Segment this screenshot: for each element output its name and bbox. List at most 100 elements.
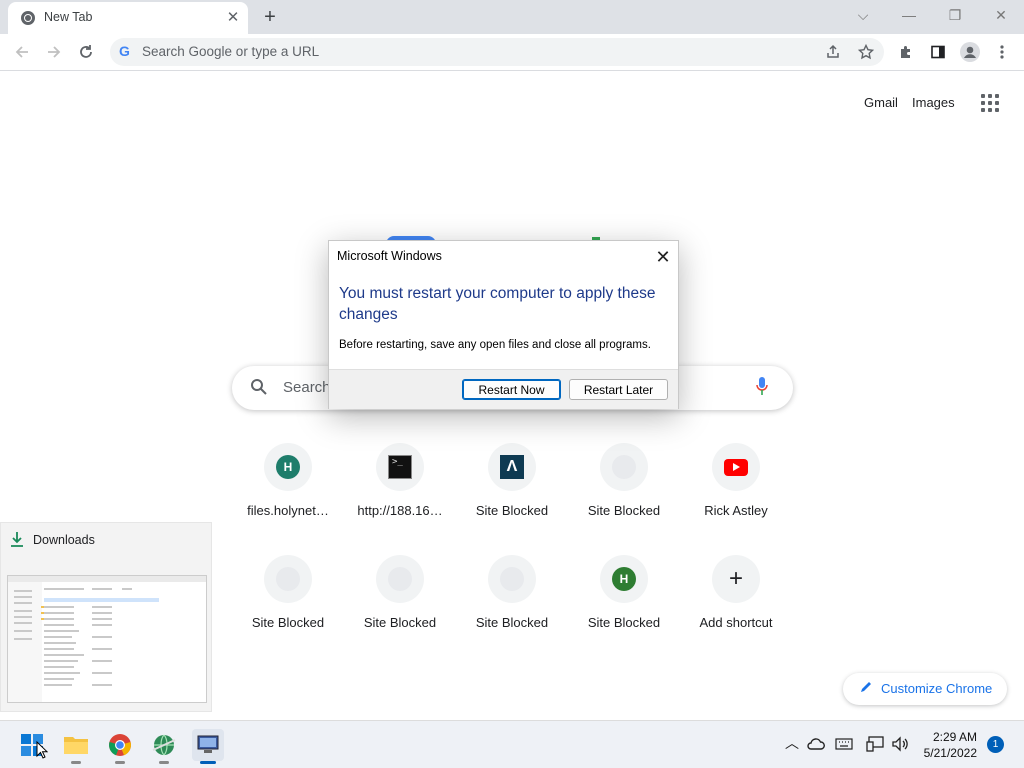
computer-monitor-icon <box>197 735 219 753</box>
blocked-globe-icon <box>388 567 412 591</box>
shortcut-label: files.holynet… <box>247 503 329 518</box>
shortcut-icon-bg <box>488 555 536 603</box>
dialog-caption: Microsoft Windows <box>337 249 442 263</box>
google-apps-icon[interactable] <box>981 94 999 112</box>
share-icon[interactable] <box>825 44 841 60</box>
back-button[interactable] <box>8 38 36 66</box>
minimize-button[interactable]: — <box>896 4 922 26</box>
active-indicator <box>200 761 216 764</box>
terminal-icon: >_ <box>388 455 412 479</box>
shortcut-site-blocked-4[interactable]: Site Blocked <box>344 555 456 665</box>
onedrive-cloud-icon[interactable] <box>807 738 825 750</box>
taskbar-network-app[interactable] <box>148 729 180 764</box>
search-icon <box>251 379 267 395</box>
downloads-title: Downloads <box>33 533 95 547</box>
dialog-close-icon[interactable]: ✕ <box>652 246 674 268</box>
globe-network-icon <box>152 734 176 756</box>
explorer-thumbnail <box>7 575 207 703</box>
omnibox[interactable]: G Search Google or type a URL <box>110 38 884 66</box>
close-window-button[interactable]: ✕ <box>988 4 1014 26</box>
tab-title: New Tab <box>44 10 93 24</box>
side-panel-icon <box>931 45 945 59</box>
back-arrow-icon <box>15 46 28 58</box>
shortcut-icon-bg <box>600 443 648 491</box>
shortcut-label: Site Blocked <box>475 615 549 630</box>
new-tab-button[interactable]: + <box>259 6 281 28</box>
side-panel-button[interactable] <box>924 38 952 66</box>
extensions-button[interactable] <box>892 38 920 66</box>
taskbar-chrome[interactable] <box>104 729 136 764</box>
taskbar-clock[interactable]: 2:29 AM 5/21/2022 <box>917 729 977 761</box>
downloads-window-preview[interactable]: Downloads <box>0 522 212 712</box>
network-monitor-icon[interactable] <box>866 736 884 752</box>
shortcut-label: Site Blocked <box>475 503 549 518</box>
shortcut-label: http://188.16… <box>357 503 443 518</box>
microphone-icon[interactable] <box>756 377 768 395</box>
add-shortcut-button[interactable]: + Add shortcut <box>680 555 792 665</box>
shortcut-rick-astley[interactable]: Rick Astley <box>680 443 792 553</box>
forward-arrow-icon <box>48 46 61 58</box>
shortcut-site-blocked-1[interactable]: Λ Site Blocked <box>456 443 568 553</box>
browser-toolbar: G Search Google or type a URL <box>0 34 1024 71</box>
running-indicator <box>159 761 169 764</box>
notification-badge[interactable]: 1 <box>987 736 1004 753</box>
images-link[interactable]: Images <box>912 95 955 110</box>
kebab-menu-icon <box>1000 45 1004 59</box>
tray-chevron-icon[interactable]: ︿ <box>785 733 799 753</box>
blocked-globe-icon <box>612 455 636 479</box>
tab-new-tab[interactable]: New Tab ✕ <box>8 2 248 34</box>
avatar-icon <box>960 42 980 62</box>
shortcut-icon-bg: + <box>712 555 760 603</box>
shortcut-label: Site Blocked <box>587 503 661 518</box>
shortcut-icon-bg <box>376 555 424 603</box>
shortcut-icon-bg: H <box>264 443 312 491</box>
keyboard-icon[interactable] <box>835 738 853 750</box>
shortcut-label: Site Blocked <box>251 615 325 630</box>
mouse-cursor-icon <box>36 741 48 759</box>
shortcut-site-blocked-6[interactable]: H Site Blocked <box>568 555 680 665</box>
taskbar: ︿ 2:29 AM 5/21/2022 1 <box>0 720 1024 768</box>
lambda-icon: Λ <box>500 455 524 479</box>
shortcut-site-blocked-5[interactable]: Site Blocked <box>456 555 568 665</box>
forward-button[interactable] <box>40 38 68 66</box>
shortcut-188[interactable]: >_ http://188.16… <box>344 443 456 553</box>
restore-button[interactable]: ❐ <box>942 4 968 26</box>
download-icon <box>11 532 23 547</box>
restart-later-button[interactable]: Restart Later <box>569 379 668 400</box>
running-indicator <box>71 761 81 764</box>
reload-button[interactable] <box>72 38 100 66</box>
gmail-link[interactable]: Gmail <box>864 95 898 110</box>
menu-button[interactable] <box>988 38 1016 66</box>
restart-now-button[interactable]: Restart Now <box>462 379 561 400</box>
customize-chrome-button[interactable]: Customize Chrome <box>843 673 1007 705</box>
bookmark-star-icon[interactable] <box>858 44 874 60</box>
dialog-button-bar: Restart Now Restart Later <box>329 369 678 409</box>
dialog-content-text: Before restarting, save any open files a… <box>339 339 651 351</box>
search-placeholder: Search <box>283 379 331 396</box>
chrome-favicon-icon <box>21 11 35 25</box>
h-letter-icon: H <box>612 567 636 591</box>
h-letter-icon: H <box>276 455 300 479</box>
puzzle-icon <box>901 46 910 58</box>
running-indicator <box>115 761 125 764</box>
explorer-preview-image <box>8 576 206 702</box>
shortcut-files-holynet[interactable]: H files.holynet… <box>232 443 344 553</box>
speaker-volume-icon[interactable] <box>891 736 909 752</box>
dialog-main-instruction: You must restart your computer to apply … <box>339 285 656 323</box>
shortcut-site-blocked-2[interactable]: Site Blocked <box>568 443 680 553</box>
clock-date: 5/21/2022 <box>923 746 977 760</box>
shortcut-label: Add shortcut <box>699 615 773 630</box>
shortcut-label: Site Blocked <box>363 615 437 630</box>
taskbar-system-settings[interactable] <box>192 729 224 764</box>
omnibox-placeholder: Search Google or type a URL <box>142 44 320 59</box>
tab-search-dropdown-icon[interactable]: ⌵ <box>850 4 876 26</box>
shortcut-icon-bg: H <box>600 555 648 603</box>
tab-close-icon[interactable]: ✕ <box>224 8 242 26</box>
folder-icon <box>64 737 88 754</box>
shortcut-icon-bg <box>712 443 760 491</box>
taskbar-file-explorer[interactable] <box>60 729 92 764</box>
profile-button[interactable] <box>956 38 984 66</box>
shortcut-label: Rick Astley <box>704 503 768 518</box>
shortcut-site-blocked-3[interactable]: Site Blocked <box>232 555 344 665</box>
start-button[interactable] <box>16 729 48 761</box>
